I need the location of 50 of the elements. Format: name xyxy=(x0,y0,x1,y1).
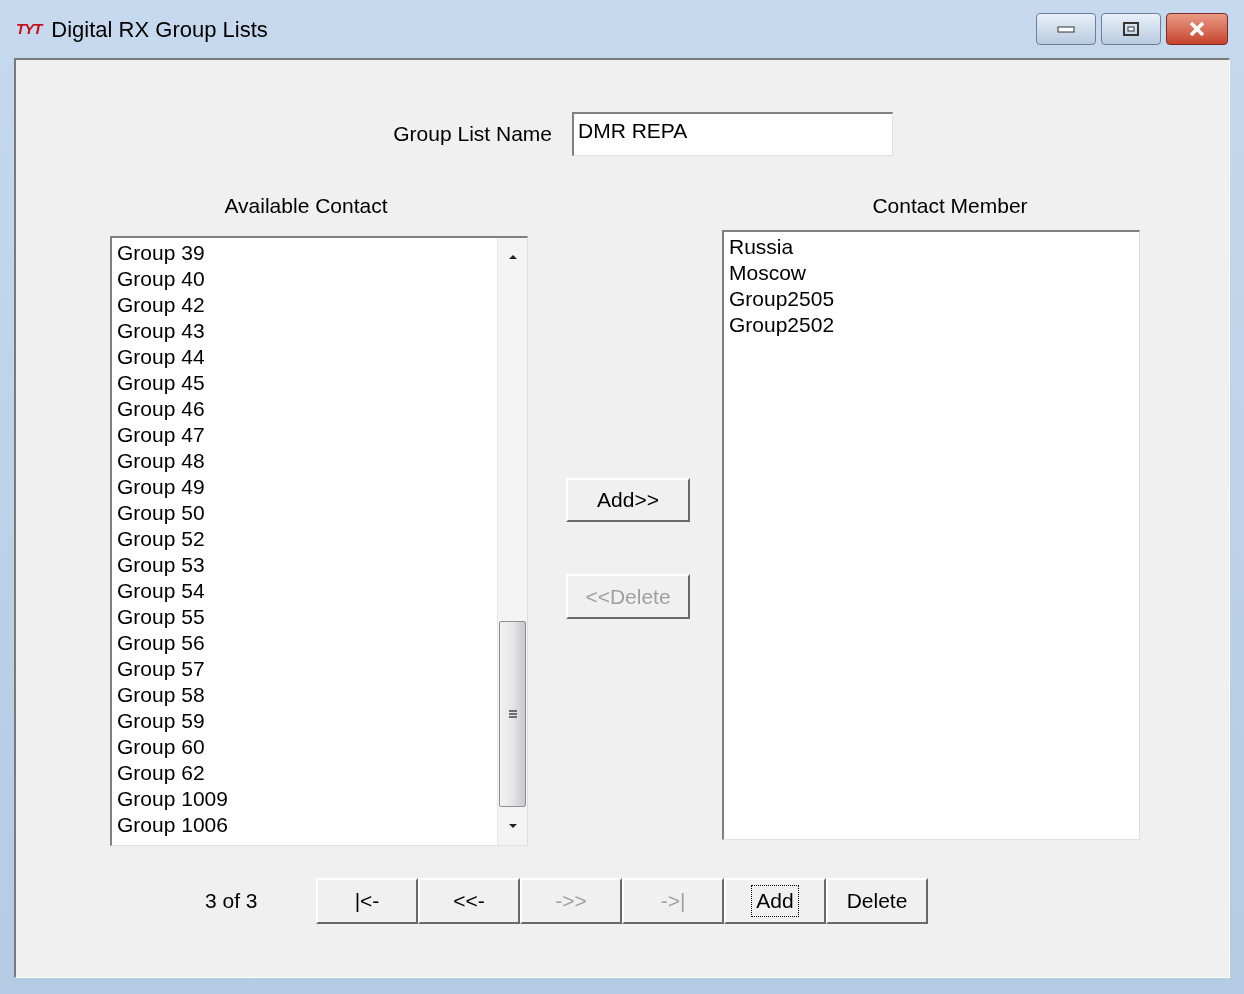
list-item[interactable]: Group 43 xyxy=(117,318,205,344)
list-item[interactable]: Group 52 xyxy=(117,526,205,552)
field-label: Group List Name xyxy=(392,121,552,148)
grip-icon xyxy=(506,708,519,720)
list-item[interactable]: Group 1009 xyxy=(117,786,228,812)
list-item[interactable]: Group 50 xyxy=(117,500,205,526)
list-item[interactable]: Group2505 xyxy=(729,286,835,312)
list-item[interactable]: Group 48 xyxy=(117,448,205,474)
restore-icon xyxy=(1122,21,1140,37)
list-item[interactable]: Group 1006 xyxy=(117,812,228,838)
close-button[interactable] xyxy=(1166,13,1228,45)
list-item[interactable]: Group 44 xyxy=(117,344,205,370)
list-item[interactable]: Group 57 xyxy=(117,656,205,682)
list-item[interactable]: Group 45 xyxy=(117,370,205,396)
contact-member-list[interactable]: Russia Moscow Group2505 Group2502 xyxy=(722,230,1140,840)
action-button[interactable]: Add>> xyxy=(566,478,690,522)
list-item[interactable]: Group 47 xyxy=(117,422,205,448)
action-button[interactable]: |<- xyxy=(316,878,418,924)
action-button[interactable]: Delete xyxy=(826,878,928,924)
list-item[interactable]: Group 59 xyxy=(117,708,205,734)
list-item[interactable]: Group 58 xyxy=(117,682,205,708)
record-position: 3 of 3 xyxy=(205,888,259,915)
list-item[interactable]: Group 53 xyxy=(117,552,205,578)
vertical-scrollbar[interactable] xyxy=(497,238,527,845)
list-item[interactable]: Moscow xyxy=(729,260,807,286)
app-logo: TYT xyxy=(16,18,42,39)
maximize-button[interactable] xyxy=(1101,13,1161,45)
list-item[interactable]: Group 62 xyxy=(117,760,205,786)
window-title: Digital RX Group Lists xyxy=(51,15,268,44)
action-button[interactable]: Add xyxy=(724,878,826,924)
minimize-button[interactable] xyxy=(1036,13,1096,45)
list-item[interactable]: Group 60 xyxy=(117,734,205,760)
available-contact-list[interactable] xyxy=(110,236,528,846)
close-icon xyxy=(1187,21,1207,37)
list-item[interactable]: Russia xyxy=(729,234,794,260)
action-button[interactable]: <<- xyxy=(418,878,520,924)
minimize-icon xyxy=(1057,25,1075,33)
scrollbar-thumb[interactable] xyxy=(499,621,526,807)
list-heading: Available Contact xyxy=(224,194,388,218)
list-item[interactable]: Group 54 xyxy=(117,578,205,604)
list-item[interactable]: Group 40 xyxy=(117,266,205,292)
list-item[interactable]: Group 42 xyxy=(117,292,205,318)
list-item[interactable]: Group 39 xyxy=(117,240,205,266)
list-item[interactable]: Group 46 xyxy=(117,396,205,422)
list-item[interactable]: Group 56 xyxy=(117,630,205,656)
list-item[interactable]: Group 49 xyxy=(117,474,205,500)
list-heading: Contact Member xyxy=(872,194,1028,218)
group-list-name-field[interactable]: DMR REPA xyxy=(572,112,893,156)
list-item[interactable]: Group2502 xyxy=(729,312,835,338)
list-item[interactable]: Group 55 xyxy=(117,604,205,630)
